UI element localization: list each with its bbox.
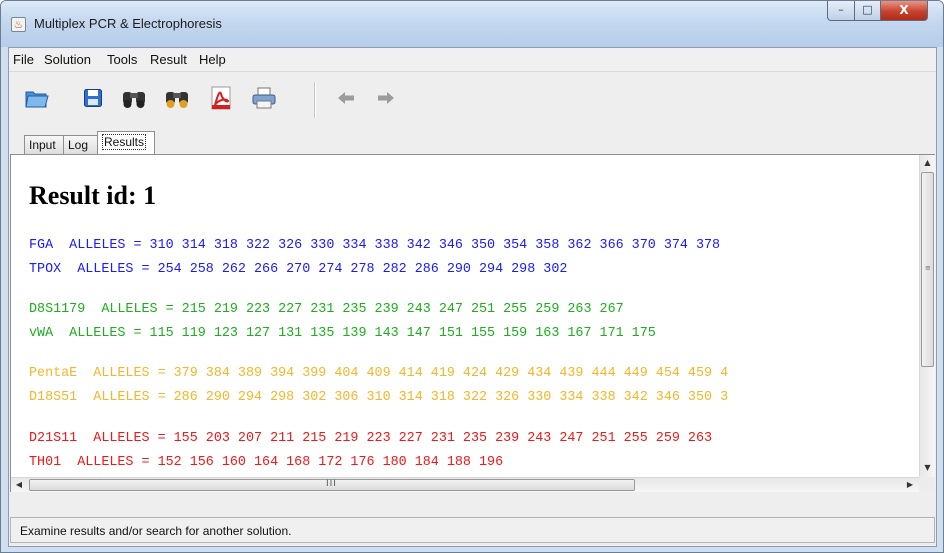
minimize-button[interactable]: – xyxy=(827,1,855,21)
scroll-left-icon[interactable]: ◀ xyxy=(11,478,27,492)
close-button[interactable]: X xyxy=(880,1,928,21)
locus-line-pentae: PentaE ALLELES = 379 384 389 394 399 404… xyxy=(29,366,729,381)
toolbar-separator xyxy=(314,82,316,118)
horizontal-scroll-thumb[interactable]: III xyxy=(29,479,635,491)
results-text-area[interactable]: Result id: 1 FGA ALLELES = 310 314 318 3… xyxy=(11,155,919,477)
vertical-scrollbar[interactable]: ▲ ≡ ▼ xyxy=(919,155,935,477)
menu-bar: File Solution Tools Result Help xyxy=(9,48,936,72)
horizontal-scrollbar[interactable]: ◀ III ▶ xyxy=(11,477,919,492)
forward-arrow-icon xyxy=(378,92,394,104)
locus-line-vwa: vWA ALLELES = 115 119 123 127 131 135 13… xyxy=(29,326,656,341)
status-text: Examine results and/or search for anothe… xyxy=(20,524,292,538)
scroll-corner xyxy=(919,477,935,492)
menu-file[interactable]: File xyxy=(13,52,34,67)
vertical-scroll-thumb[interactable]: ≡ xyxy=(921,172,934,367)
print-button[interactable] xyxy=(249,83,279,113)
binoculars-next-icon xyxy=(166,92,188,108)
menu-tools[interactable]: Tools xyxy=(107,52,137,67)
window-title: Multiplex PCR & Electrophoresis xyxy=(34,16,222,31)
maximize-button[interactable]: □ xyxy=(854,1,881,21)
forward-button[interactable] xyxy=(371,83,401,113)
tab-input[interactable]: Input xyxy=(24,135,64,155)
java-app-icon: ♨ xyxy=(11,17,26,32)
tab-input-label: Input xyxy=(29,138,56,152)
app-window: ♨ Multiplex PCR & Electrophoresis – □ X … xyxy=(0,0,944,553)
save-button[interactable] xyxy=(78,83,108,113)
scroll-right-icon[interactable]: ▶ xyxy=(902,478,918,492)
locus-line-d8s1179: D8S1179 ALLELES = 215 219 223 227 231 23… xyxy=(29,302,624,317)
pdf-icon xyxy=(211,86,231,110)
grip-icon: III xyxy=(326,479,337,489)
window-content: File Solution Tools Result Help Input Lo… xyxy=(8,47,937,547)
grip-icon: ≡ xyxy=(925,264,931,272)
scroll-down-icon[interactable]: ▼ xyxy=(920,460,935,476)
search-button[interactable] xyxy=(119,83,149,113)
locus-line-tpox: TPOX ALLELES = 254 258 262 266 270 274 2… xyxy=(29,262,568,277)
tab-results[interactable]: Results xyxy=(97,131,155,155)
menu-help[interactable]: Help xyxy=(199,52,226,67)
scroll-up-icon[interactable]: ▲ xyxy=(920,155,935,171)
back-button[interactable] xyxy=(331,83,361,113)
locus-line-th01: TH01 ALLELES = 152 156 160 164 168 172 1… xyxy=(29,455,504,470)
export-pdf-button[interactable] xyxy=(206,83,236,113)
status-bar: Examine results and/or search for anothe… xyxy=(10,517,935,543)
menu-result[interactable]: Result xyxy=(150,52,187,67)
tab-log-label: Log xyxy=(68,138,89,152)
binoculars-icon xyxy=(123,92,145,108)
printer-icon xyxy=(252,87,276,109)
tab-log[interactable]: Log xyxy=(63,135,98,155)
save-icon xyxy=(84,89,102,107)
locus-line-d18s51: D18S51 ALLELES = 286 290 294 298 302 306… xyxy=(29,390,729,405)
menu-solution[interactable]: Solution xyxy=(44,52,91,67)
locus-line-fga: FGA ALLELES = 310 314 318 322 326 330 33… xyxy=(29,238,721,253)
search-next-button[interactable] xyxy=(162,83,192,113)
back-arrow-icon xyxy=(338,92,354,104)
title-bar[interactable]: ♨ Multiplex PCR & Electrophoresis – □ X xyxy=(1,1,943,47)
toolbar xyxy=(9,73,936,129)
open-folder-icon xyxy=(25,91,49,108)
result-heading: Result id: 1 xyxy=(29,181,157,210)
tab-results-label: Results xyxy=(102,134,147,150)
results-panel: Result id: 1 FGA ALLELES = 310 314 318 3… xyxy=(10,154,935,492)
locus-line-d21s11: D21S11 ALLELES = 155 203 207 211 215 219… xyxy=(29,431,713,446)
open-button[interactable] xyxy=(22,83,52,113)
